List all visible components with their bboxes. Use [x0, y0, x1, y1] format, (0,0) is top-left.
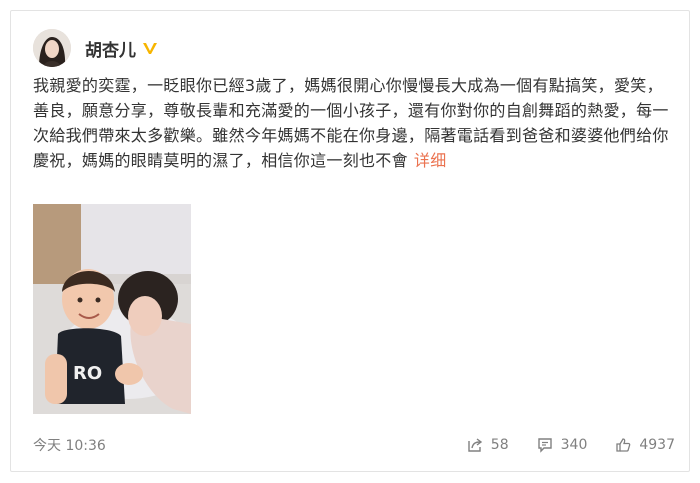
avatar-image: [33, 29, 71, 67]
photo-image: RO: [33, 204, 191, 414]
post-header: 胡杏儿: [33, 29, 158, 67]
comment-button[interactable]: 340: [537, 437, 588, 453]
comment-count: 340: [560, 437, 588, 453]
post-photo[interactable]: RO: [33, 204, 191, 414]
svg-text:RO: RO: [73, 363, 102, 384]
weibo-post-card: 胡杏儿 我親愛的奕霆，一眨眼你已經3歲了，媽媽很開心你慢慢長大成為一個有點搞笑，…: [10, 10, 690, 472]
share-button[interactable]: 58: [467, 437, 509, 453]
author-name[interactable]: 胡杏儿: [85, 36, 136, 61]
share-count: 58: [490, 437, 509, 453]
expand-more-link[interactable]: 详细: [414, 151, 447, 170]
post-timestamp[interactable]: 今天 10:36: [33, 435, 439, 455]
post-body: 我親愛的奕霆，一眨眼你已經3歲了，媽媽很開心你慢慢長大成為一個有點搞笑，愛笑，善…: [33, 73, 675, 173]
comment-icon: [537, 438, 552, 453]
post-body-text: 我親愛的奕霆，一眨眼你已經3歲了，媽媽很開心你慢慢長大成為一個有點搞笑，愛笑，善…: [33, 76, 669, 170]
verified-v-icon: [142, 40, 158, 56]
avatar[interactable]: [33, 29, 71, 67]
post-footer: 今天 10:36 58 340 4937: [33, 433, 675, 457]
share-icon: [468, 438, 482, 452]
like-count: 4937: [639, 437, 675, 453]
like-button[interactable]: 4937: [615, 437, 675, 453]
thumbs-up-icon: [616, 438, 631, 452]
